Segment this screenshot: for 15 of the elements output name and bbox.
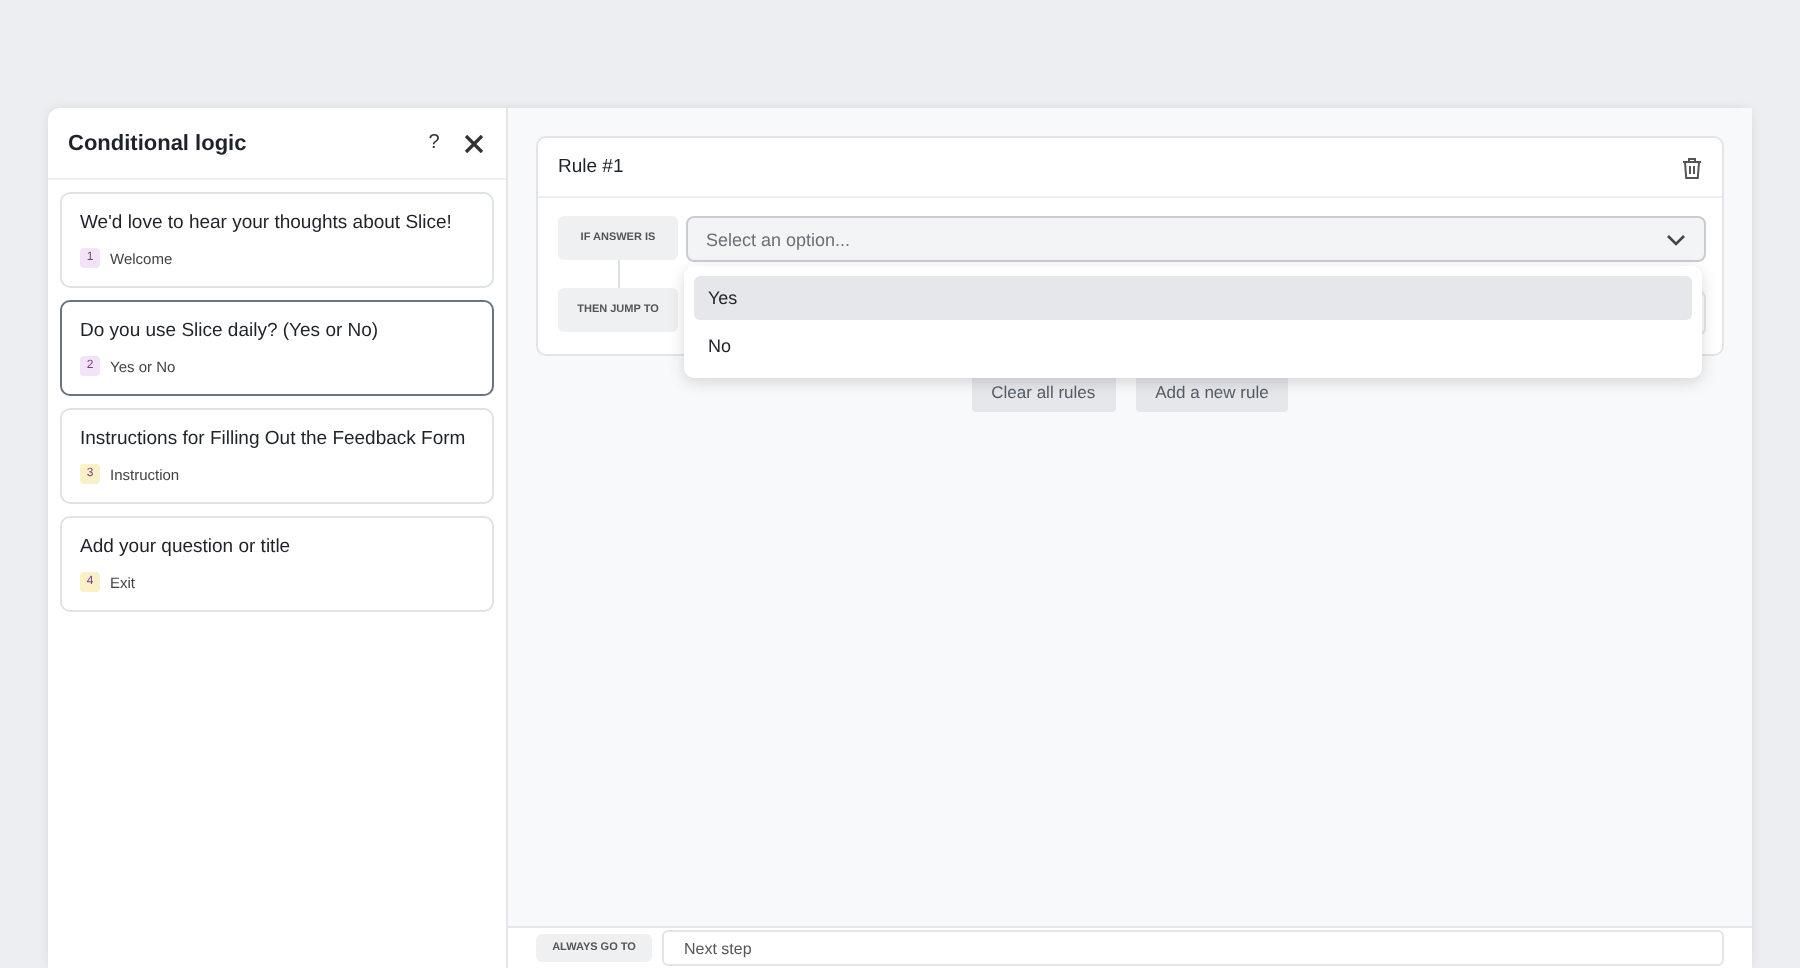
help-button[interactable]: ? <box>418 127 450 159</box>
rule-title: Rule #1 <box>558 156 624 178</box>
select-placeholder: Select an option... <box>706 229 851 249</box>
dropdown-option[interactable]: Yes <box>694 276 1692 320</box>
close-icon <box>464 133 484 153</box>
option-select[interactable]: Select an option... <box>686 216 1706 262</box>
dialog-title: Conditional logic <box>68 131 249 155</box>
step-title: Instructions for Filling Out the Feedback Form <box>80 428 468 450</box>
step-title: Do you use Slice daily? (Yes or No) <box>80 320 381 342</box>
step-title: We'd love to hear your thoughts about Slice! <box>80 212 454 234</box>
step-title: Add your question or title <box>80 536 293 558</box>
chevron-down-icon <box>1666 233 1686 245</box>
dropdown-option[interactable]: No <box>694 324 1692 368</box>
trash-icon[interactable] <box>1680 155 1704 179</box>
next-step-select[interactable]: Next step <box>662 930 1724 966</box>
